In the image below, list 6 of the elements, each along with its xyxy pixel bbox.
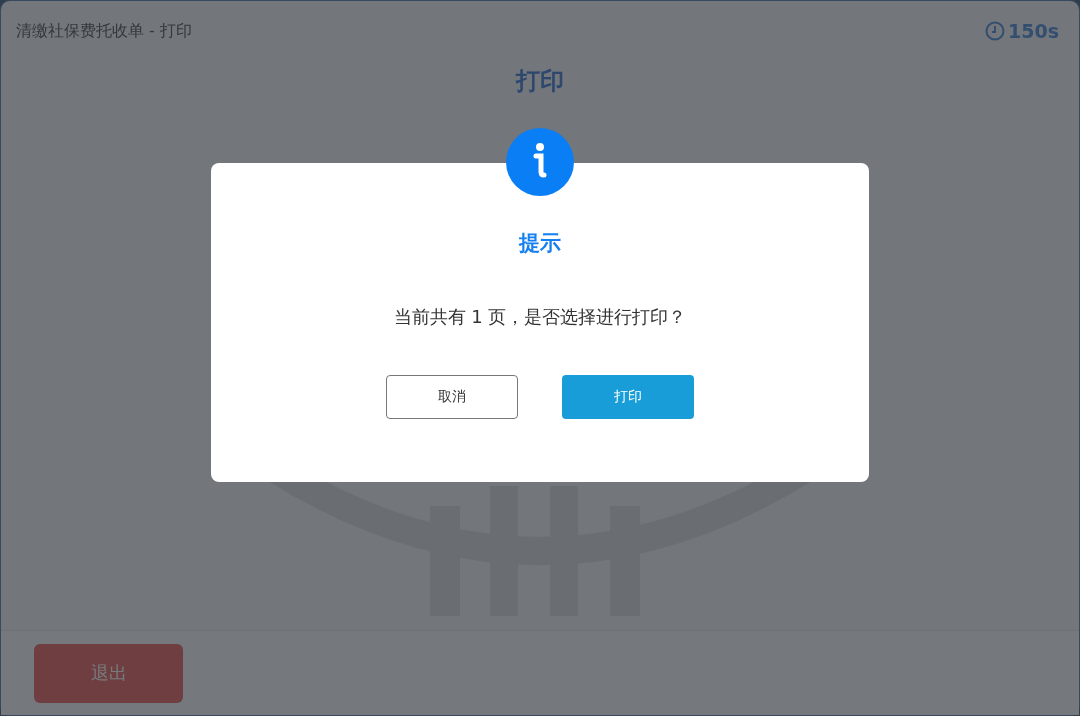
- page-title: 打印: [514, 66, 565, 97]
- cancel-button[interactable]: 取消: [386, 375, 518, 419]
- window-title: 清缴社保费托收单 - 打印: [16, 20, 192, 42]
- countdown-timer: 150s: [1008, 20, 1059, 42]
- dialog-title: 提示: [519, 230, 561, 257]
- dialog-message: 当前共有 1 页，是否选择进行打印？: [393, 305, 687, 329]
